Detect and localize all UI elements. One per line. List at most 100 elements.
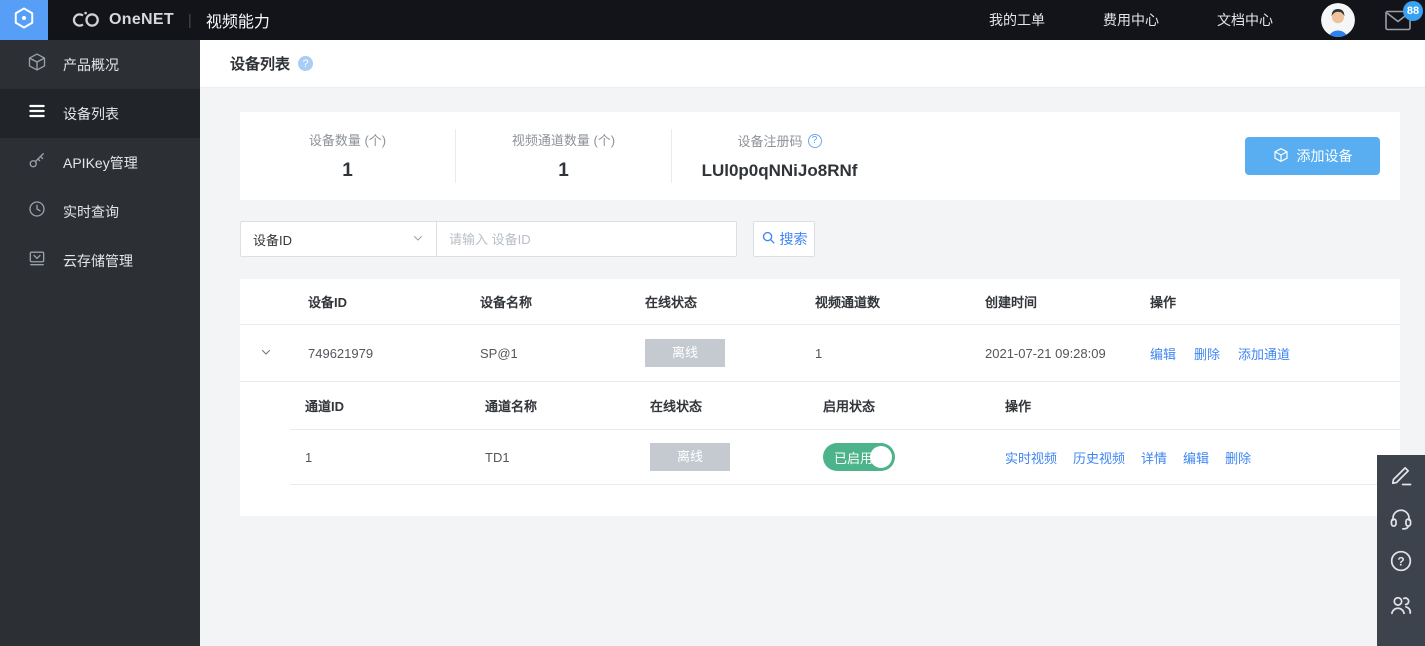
channel-row: 1 TD1 离线 已启用 实时视频 历史视频 详情 编辑 删除: [290, 430, 1400, 485]
nav-my-tickets[interactable]: 我的工单: [989, 10, 1045, 30]
cell-created-time: 2021-07-21 09:28:09: [985, 346, 1150, 361]
help-button[interactable]: ?: [1387, 549, 1415, 577]
page-title: 设备列表: [230, 53, 290, 74]
col-actions: 操作: [1150, 292, 1400, 311]
community-button[interactable]: [1387, 592, 1415, 620]
enable-toggle[interactable]: 已启用: [823, 443, 895, 471]
status-badge-offline: 离线: [645, 339, 725, 367]
filter-select[interactable]: 设备ID: [240, 221, 437, 257]
delete-link[interactable]: 删除: [1194, 344, 1220, 363]
stat-value: 1: [456, 160, 671, 182]
reg-code-help-icon[interactable]: ?: [808, 134, 822, 148]
reg-code-label: 设备注册码: [737, 131, 802, 150]
mail-badge: 88: [1403, 1, 1423, 21]
chevron-down-icon: [412, 232, 424, 247]
topbar: OneNET | 视频能力 我的工单 费用中心 文档中心 88: [0, 0, 1425, 40]
filter-selected-value: 设备ID: [253, 230, 292, 249]
sidebar-item-label: 实时查询: [63, 202, 119, 222]
edit-link[interactable]: 编辑: [1150, 344, 1176, 363]
hexagon-logo-icon: [11, 5, 37, 36]
list-icon: [27, 101, 47, 126]
cell-channel-actions: 实时视频 历史视频 详情 编辑 删除: [1005, 448, 1400, 467]
cell-online-status: 离线: [645, 339, 815, 367]
sidebar-item-cloud-storage[interactable]: 云存储管理: [0, 236, 200, 285]
cell-device-name: SP@1: [480, 346, 645, 361]
add-device-label: 添加设备: [1297, 146, 1353, 166]
col-channel-id: 通道ID: [305, 396, 485, 415]
history-video-link[interactable]: 历史视频: [1073, 448, 1125, 467]
stat-value: 1: [240, 160, 455, 182]
page-header: 设备列表 ?: [200, 40, 1425, 88]
headset-icon: [1388, 505, 1414, 536]
cell-actions: 编辑 删除 添加通道: [1150, 344, 1400, 363]
toggle-knob: [870, 446, 892, 468]
reg-code-value: LUl0p0qNNiJo8RNf: [672, 161, 887, 181]
svg-text:?: ?: [1397, 554, 1404, 568]
sidebar-item-apikey[interactable]: APIKey管理: [0, 138, 200, 187]
device-table-header: 设备ID 设备名称 在线状态 视频通道数 创建时间 操作: [240, 279, 1400, 325]
nav-doc-center[interactable]: 文档中心: [1217, 10, 1273, 30]
channel-table-header: 通道ID 通道名称 在线状态 启用状态 操作: [290, 382, 1400, 430]
sidebar-item-label: 产品概况: [63, 55, 119, 75]
stat-label: 设备注册码 ?: [672, 131, 887, 150]
sidebar-item-product-overview[interactable]: 产品概况: [0, 40, 200, 89]
edit-link[interactable]: 编辑: [1183, 448, 1209, 467]
cell-device-id: 749621979: [308, 346, 480, 361]
channel-table: 通道ID 通道名称 在线状态 启用状态 操作 1 TD1 离线 已启用: [290, 382, 1400, 485]
col-device-name: 设备名称: [480, 292, 645, 311]
cell-channel-id: 1: [305, 450, 485, 465]
search-row: 设备ID 搜索: [240, 221, 1400, 257]
app-name: 视频能力: [206, 8, 270, 32]
support-button[interactable]: [1387, 506, 1415, 534]
delete-link[interactable]: 删除: [1225, 448, 1251, 467]
device-row: 749621979 SP@1 离线 1 2021-07-21 09:28:09 …: [240, 325, 1400, 382]
sidebar-item-realtime-query[interactable]: 实时查询: [0, 187, 200, 236]
live-video-link[interactable]: 实时视频: [1005, 448, 1057, 467]
clock-icon: [27, 199, 47, 224]
col-online-status: 在线状态: [645, 292, 815, 311]
platform-logo[interactable]: [0, 0, 48, 40]
key-icon: [27, 150, 47, 175]
device-table: 设备ID 设备名称 在线状态 视频通道数 创建时间 操作 749621979 S…: [240, 279, 1400, 516]
col-created-time: 创建时间: [985, 292, 1150, 311]
sidebar-item-label: 设备列表: [63, 104, 119, 124]
feedback-button[interactable]: [1387, 463, 1415, 491]
nav-billing-center[interactable]: 费用中心: [1103, 10, 1159, 30]
col-enable-status: 启用状态: [823, 396, 1005, 415]
brand-divider: |: [188, 12, 192, 29]
search-icon: [761, 230, 776, 248]
col-channel-name: 通道名称: [485, 396, 650, 415]
row-expander[interactable]: [240, 346, 308, 361]
pencil-icon: [1388, 462, 1414, 493]
stats-card: 设备数量 (个) 1 视频通道数量 (个) 1 设备注册码 ? LUl0p0qN…: [240, 112, 1400, 200]
col-device-id: 设备ID: [308, 292, 480, 311]
mail-button[interactable]: 88: [1385, 10, 1411, 31]
brand[interactable]: OneNET | 视频能力: [70, 8, 270, 32]
sidebar-item-label: 云存储管理: [63, 251, 133, 271]
stat-label: 视频通道数量 (个): [456, 130, 671, 149]
status-badge-offline: 离线: [650, 443, 730, 471]
add-device-button[interactable]: 添加设备: [1245, 137, 1380, 175]
storage-icon: [27, 248, 47, 273]
cell-channel-name: TD1: [485, 450, 650, 465]
page-help-icon[interactable]: ?: [298, 56, 313, 71]
user-avatar[interactable]: [1321, 3, 1355, 37]
cell-channel-count: 1: [815, 346, 985, 361]
details-link[interactable]: 详情: [1141, 448, 1167, 467]
toggle-label: 已启用: [834, 448, 873, 467]
sidebar-item-label: APIKey管理: [63, 153, 138, 173]
sidebar-item-device-list[interactable]: 设备列表: [0, 89, 200, 138]
chevron-down-icon: [260, 346, 272, 361]
brand-name: OneNET: [109, 11, 174, 29]
sidebar: 产品概况 设备列表 APIKey管理 实时查询: [0, 40, 200, 646]
cube-icon: [27, 52, 47, 77]
users-icon: [1388, 591, 1414, 622]
search-button[interactable]: 搜索: [753, 221, 815, 257]
col-channel-online-status: 在线状态: [650, 396, 823, 415]
stat-reg-code: 设备注册码 ? LUl0p0qNNiJo8RNf: [672, 131, 887, 181]
col-channel-actions: 操作: [1005, 396, 1400, 415]
cube-icon: [1273, 147, 1289, 166]
search-input[interactable]: [437, 221, 737, 257]
add-channel-link[interactable]: 添加通道: [1238, 344, 1290, 363]
stat-channel-count: 视频通道数量 (个) 1: [456, 130, 671, 182]
